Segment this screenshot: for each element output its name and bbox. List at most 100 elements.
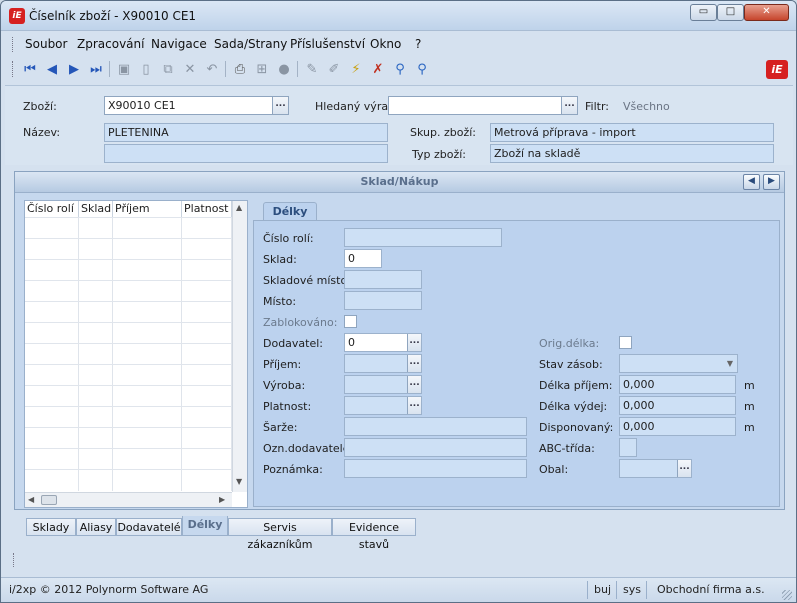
table-cell[interactable]: [182, 449, 232, 470]
menu-grip-icon[interactable]: [12, 37, 15, 52]
table-cell[interactable]: [79, 218, 113, 239]
prijem-lookup-button[interactable]: ...: [407, 355, 421, 372]
table-row[interactable]: [25, 259, 232, 281]
table-row[interactable]: [25, 280, 232, 302]
save-icon[interactable]: ▣: [115, 60, 133, 78]
table-cell[interactable]: [79, 386, 113, 407]
zbozi-input[interactable]: X90010 CE1 ...: [104, 96, 289, 115]
menu-okno[interactable]: Okno: [370, 37, 401, 51]
vyroba-field[interactable]: ...: [344, 375, 422, 394]
table-cell[interactable]: [79, 281, 113, 302]
table-cell[interactable]: [182, 470, 232, 491]
vyroba-lookup-button[interactable]: ...: [407, 376, 421, 393]
tab-dodavatele[interactable]: Dodavatelé: [116, 518, 182, 536]
table-cell[interactable]: [25, 218, 79, 239]
menu-help[interactable]: ?: [415, 37, 421, 51]
table-row[interactable]: [25, 322, 232, 344]
table-row[interactable]: [25, 385, 232, 407]
table-cell[interactable]: [182, 407, 232, 428]
table-row[interactable]: [25, 217, 232, 239]
table-cell[interactable]: [113, 365, 182, 386]
undo-icon[interactable]: ↶: [203, 60, 221, 78]
menu-soubor[interactable]: Soubor: [25, 37, 67, 51]
table-cell[interactable]: [113, 407, 182, 428]
tab-servis-zakaznikum[interactable]: Servis zákazníkům: [228, 518, 332, 551]
delete-icon[interactable]: ✕: [181, 60, 199, 78]
table-cell[interactable]: [79, 344, 113, 365]
table-cell[interactable]: [182, 323, 232, 344]
panel-prev-button[interactable]: ◀: [743, 174, 760, 190]
table-cell[interactable]: [113, 449, 182, 470]
platnost-lookup-button[interactable]: ...: [407, 397, 421, 414]
edit-icon[interactable]: ✎: [303, 60, 321, 78]
grid-header-platnost[interactable]: Platnost: [182, 201, 232, 217]
obal-field[interactable]: ...: [619, 459, 692, 478]
scroll-thumb[interactable]: [41, 495, 57, 505]
table-cell[interactable]: [79, 407, 113, 428]
menu-navigace[interactable]: Navigace: [151, 37, 207, 51]
copy-icon[interactable]: ⧉: [159, 60, 177, 78]
scroll-up-icon[interactable]: ▲: [236, 203, 242, 212]
table-row[interactable]: [25, 448, 232, 470]
table-cell[interactable]: [25, 239, 79, 260]
filter-clear-icon[interactable]: ✗: [369, 60, 387, 78]
table-cell[interactable]: [182, 281, 232, 302]
table-cell[interactable]: [25, 281, 79, 302]
table-cell[interactable]: [79, 302, 113, 323]
roll-grid[interactable]: Číslo rolí Sklad Příjem Platnost ▲ ▼ ◀ ▶: [24, 200, 248, 508]
table-cell[interactable]: [182, 344, 232, 365]
dodavatel-lookup-button[interactable]: ...: [407, 334, 421, 351]
tab-evidence-stavu[interactable]: Evidence stavů: [332, 518, 416, 551]
grid-horizontal-scrollbar[interactable]: ◀ ▶: [25, 492, 232, 507]
table-cell[interactable]: [182, 302, 232, 323]
new-icon[interactable]: ▯: [137, 60, 155, 78]
table-row[interactable]: [25, 238, 232, 260]
table-row[interactable]: [25, 364, 232, 386]
table-cell[interactable]: [113, 281, 182, 302]
sklad-field[interactable]: 0: [344, 249, 382, 268]
table-cell[interactable]: [113, 428, 182, 449]
table-cell[interactable]: [25, 260, 79, 281]
panel-next-button[interactable]: ▶: [763, 174, 780, 190]
table-cell[interactable]: [79, 428, 113, 449]
search-advanced-icon[interactable]: ⚲: [413, 60, 431, 78]
table-cell[interactable]: [113, 218, 182, 239]
table-cell[interactable]: [182, 218, 232, 239]
table-row[interactable]: [25, 427, 232, 449]
tab-aliasy[interactable]: Aliasy: [76, 518, 116, 536]
misto-field[interactable]: [344, 291, 422, 310]
toolbar-grip-icon[interactable]: [12, 61, 15, 77]
stop-icon[interactable]: ●: [275, 60, 293, 78]
close-button[interactable]: ✕: [744, 4, 789, 21]
table-cell[interactable]: [113, 386, 182, 407]
maximize-button[interactable]: □: [717, 4, 744, 21]
tab-delky-bottom[interactable]: Délky: [182, 516, 228, 536]
table-cell[interactable]: [25, 470, 79, 491]
menu-prislusenstvi[interactable]: Příslušenství: [290, 37, 365, 51]
table-cell[interactable]: [182, 428, 232, 449]
search-icon[interactable]: ⚲: [391, 60, 409, 78]
scroll-left-icon[interactable]: ◀: [28, 495, 34, 504]
nazev-field[interactable]: PLETENINA: [104, 123, 388, 142]
dodavatel-field[interactable]: 0 ...: [344, 333, 422, 352]
table-cell[interactable]: [113, 470, 182, 491]
table-cell[interactable]: [182, 386, 232, 407]
hledany-lookup-button[interactable]: ...: [561, 97, 577, 114]
first-record-icon[interactable]: ⏮: [21, 60, 39, 78]
menu-zpracovani[interactable]: Zpracování: [77, 37, 144, 51]
abc-trida-field[interactable]: [619, 438, 637, 457]
table-cell[interactable]: [79, 470, 113, 491]
table-cell[interactable]: [25, 386, 79, 407]
table-cell[interactable]: [79, 323, 113, 344]
zablokovano-checkbox[interactable]: [344, 315, 357, 328]
structure-icon[interactable]: ⊞: [253, 60, 271, 78]
next-record-icon[interactable]: ▶: [65, 60, 83, 78]
table-cell[interactable]: [25, 407, 79, 428]
filter-icon[interactable]: ⚡: [347, 60, 365, 78]
tab-delky[interactable]: Délky: [263, 202, 317, 221]
cislo-roli-field[interactable]: [344, 228, 502, 247]
grid-header-sklad[interactable]: Sklad: [79, 201, 113, 217]
grid-vertical-scrollbar[interactable]: ▲ ▼: [232, 201, 247, 492]
message-area-grip-icon[interactable]: [13, 553, 16, 567]
table-cell[interactable]: [79, 239, 113, 260]
